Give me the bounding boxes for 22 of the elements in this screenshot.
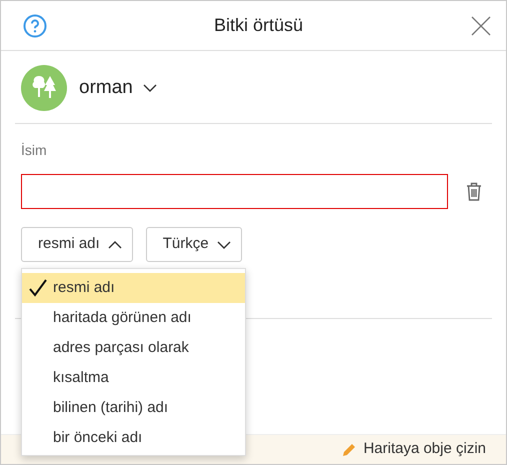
pencil-icon <box>341 442 358 458</box>
dropdown-option[interactable]: bilinen (tarihi) adı <box>22 393 245 423</box>
delete-button[interactable] <box>466 182 482 201</box>
language-dropdown[interactable]: Türkçe <box>146 227 242 262</box>
help-button[interactable] <box>23 14 47 38</box>
chevron-icon <box>108 240 122 248</box>
check-icon <box>28 279 48 297</box>
name-input-field[interactable] <box>21 174 448 209</box>
field-label: İsim <box>21 141 48 160</box>
dropdown-option[interactable]: resmi adı <box>22 273 245 303</box>
close-button[interactable] <box>470 14 492 36</box>
category-dropdown[interactable]: orman <box>79 74 157 102</box>
dropdown-option[interactable]: haritada görünen adı <box>22 303 245 333</box>
chevron-icon <box>216 240 231 248</box>
footer-text: Haritaya obje çizin <box>363 439 486 460</box>
dropdown-option[interactable]: kısaltma <box>22 363 245 393</box>
chevron-icon <box>142 84 157 92</box>
dropdown-option[interactable]: adres parçası olarak <box>22 333 245 363</box>
dropdown-option[interactable]: bir önceki adı <box>22 423 245 453</box>
name-type-dropdown[interactable]: resmi adı <box>21 227 133 262</box>
dialog-title: Bitki örtüsü <box>212 14 304 37</box>
tree-icon <box>21 65 67 111</box>
